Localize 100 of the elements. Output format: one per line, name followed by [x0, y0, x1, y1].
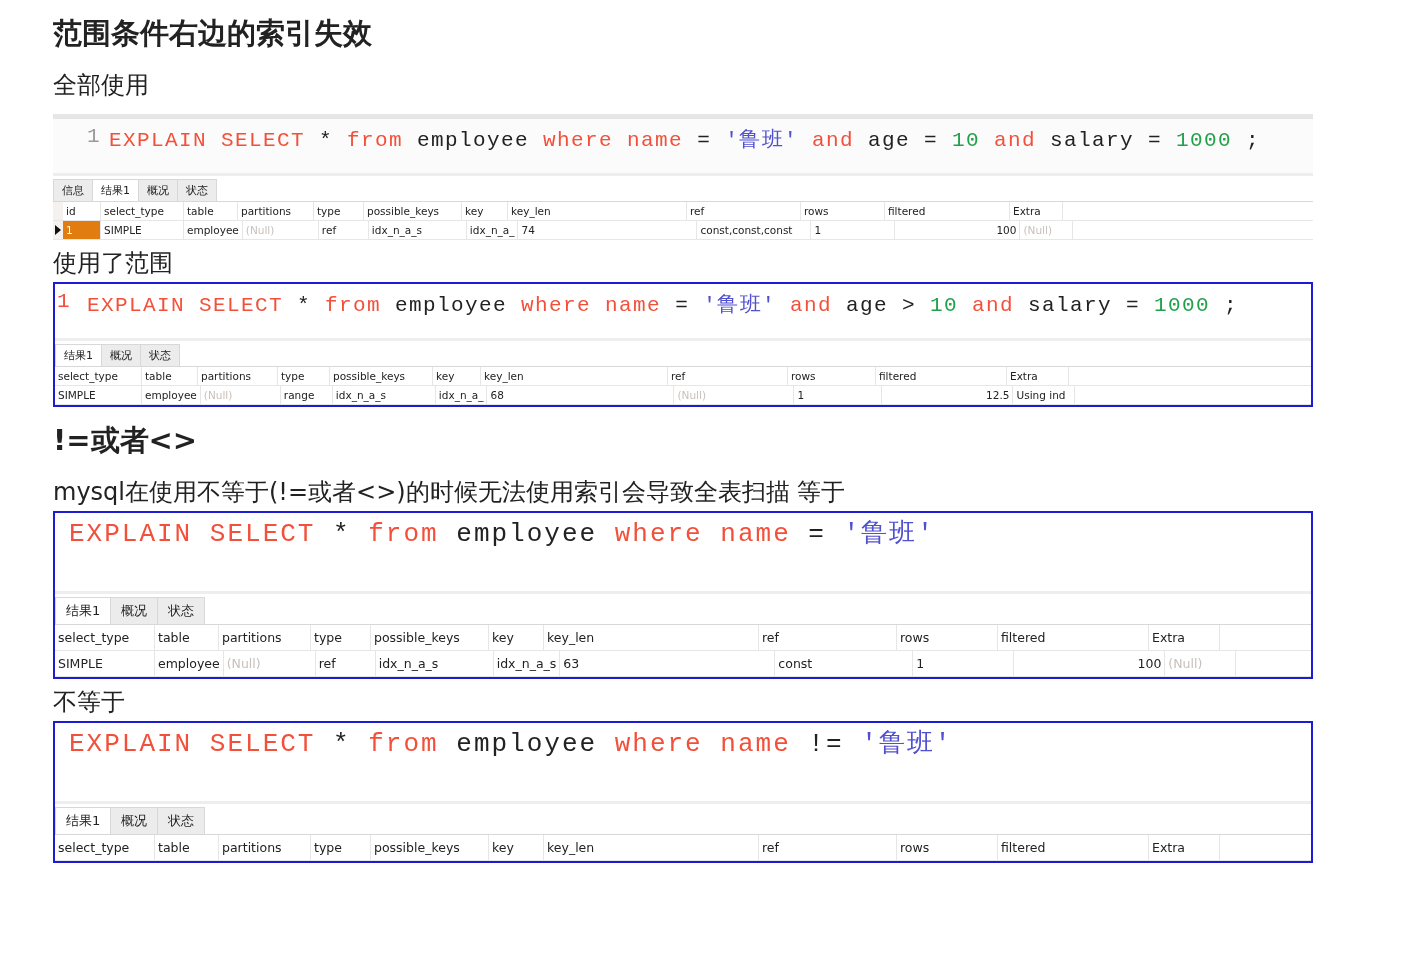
table-cell: 1 [66, 224, 73, 236]
result-tab[interactable]: 状态 [177, 179, 217, 201]
column-header: key_len [547, 840, 595, 855]
table-cell: 12.5 [986, 389, 1010, 401]
table-cell: SIMPLE [58, 389, 96, 401]
column-header: key [436, 370, 455, 382]
table-cell: const [778, 656, 813, 671]
column-header: type [317, 205, 341, 217]
column-header: type [281, 370, 305, 382]
paragraph: mysql在使用不等于(!=或者<>)的时候无法使用索引会导致全表扫描 等于 [53, 477, 847, 508]
table-cell: employee [187, 224, 239, 236]
column-header: possible_keys [374, 840, 460, 855]
table-cell: SIMPLE [58, 656, 103, 671]
table-cell: const,const,const [700, 224, 793, 236]
paragraph: 全部使用 [53, 70, 150, 101]
column-header: filtered [1001, 840, 1046, 855]
table-cell: 63 [563, 656, 580, 671]
table-cell: 1 [814, 224, 822, 236]
code-line: EXPLAIN SELECT * from employee where name = '鲁班' and age > 10 and salary = 1000 ; [87, 292, 1239, 318]
result-tab[interactable]: 概况 [138, 179, 178, 201]
column-header: key [492, 840, 514, 855]
section-heading: !=或者<> [53, 422, 199, 459]
table-cell: 1 [916, 656, 925, 671]
column-header: key [492, 630, 514, 645]
table-cell: ref [321, 224, 337, 236]
table-cell: Using ind [1016, 389, 1066, 401]
result-tab[interactable]: 状态 [157, 597, 206, 624]
section-heading: 范围条件右边的索引失效 [53, 15, 373, 52]
table-cell: 68 [490, 389, 504, 401]
column-header: Extra [1013, 205, 1041, 217]
column-header: select_type [104, 205, 164, 217]
column-header: table [158, 630, 190, 645]
table-cell: idx_n_a_ [438, 389, 484, 401]
paragraph: 使用了范围 [53, 248, 174, 279]
table-cell: employee [145, 389, 197, 401]
column-header: select_type [58, 840, 130, 855]
column-header: ref [671, 370, 686, 382]
column-header: key_len [484, 370, 524, 382]
result-tab[interactable]: 状态 [140, 344, 180, 366]
code-line: EXPLAIN SELECT * from employee where name = '鲁班' [69, 518, 935, 550]
column-header: table [158, 840, 190, 855]
column-header: rows [900, 840, 930, 855]
line-number: 1 [86, 125, 102, 148]
column-header: partitions [201, 370, 252, 382]
column-header: rows [804, 205, 829, 217]
column-header: key [465, 205, 484, 217]
table-cell: (Null) [1023, 224, 1053, 236]
result-tab[interactable]: 信息 [53, 179, 93, 201]
table-cell: (Null) [1168, 656, 1203, 671]
column-header: table [145, 370, 172, 382]
column-header: rows [900, 630, 930, 645]
column-header: partitions [241, 205, 292, 217]
column-header: ref [762, 840, 779, 855]
column-header: filtered [888, 205, 926, 217]
column-header: Extra [1152, 630, 1185, 645]
result-tab[interactable]: 状态 [157, 807, 206, 834]
result-tab[interactable]: 概况 [110, 807, 159, 834]
column-header: partitions [222, 630, 282, 645]
column-header: table [187, 205, 214, 217]
table-cell: (Null) [245, 224, 275, 236]
table-cell: employee [158, 656, 220, 671]
column-header: possible_keys [374, 630, 460, 645]
code-line: EXPLAIN SELECT * from employee where name != '鲁班' [69, 728, 953, 760]
column-header: Extra [1010, 370, 1038, 382]
column-header: partitions [222, 840, 282, 855]
table-cell: idx_n_a_s [496, 656, 557, 671]
table-cell: 74 [521, 224, 535, 236]
table-cell: (Null) [677, 389, 707, 401]
table-cell: idx_n_a_s [378, 656, 439, 671]
table-cell: range [283, 389, 315, 401]
table-cell: idx_n_a_s [335, 389, 386, 401]
table-cell: idx_n_a_s [371, 224, 422, 236]
column-header: possible_keys [367, 205, 440, 217]
column-header: id [66, 205, 76, 217]
table-cell: 1 [797, 389, 805, 401]
column-header: rows [791, 370, 816, 382]
table-cell: idx_n_a_ [469, 224, 515, 236]
column-header: select_type [58, 630, 130, 645]
result-tab[interactable]: 结果1 [55, 597, 112, 624]
result-tab[interactable]: 结果1 [55, 807, 112, 834]
line-number: 1 [56, 290, 72, 313]
column-header: type [314, 840, 342, 855]
table-cell: 100 [1137, 656, 1162, 671]
table-cell: ref [318, 656, 336, 671]
result-tab[interactable]: 结果1 [55, 344, 102, 366]
result-tab[interactable]: 概况 [101, 344, 141, 366]
column-header: possible_keys [333, 370, 406, 382]
result-tab[interactable]: 概况 [110, 597, 159, 624]
column-header: select_type [58, 370, 118, 382]
column-header: key_len [547, 630, 595, 645]
column-header: key_len [511, 205, 551, 217]
table-cell: SIMPLE [104, 224, 142, 236]
table-cell: 100 [996, 224, 1017, 236]
column-header: filtered [1001, 630, 1046, 645]
paragraph: 不等于 [53, 687, 126, 718]
code-line: EXPLAIN SELECT * from employee where name = '鲁班' and age = 10 and salary = 1000 ; [109, 127, 1261, 153]
table-cell: (Null) [203, 389, 233, 401]
column-header: filtered [879, 370, 917, 382]
column-header: ref [762, 630, 779, 645]
table-cell: (Null) [226, 656, 261, 671]
